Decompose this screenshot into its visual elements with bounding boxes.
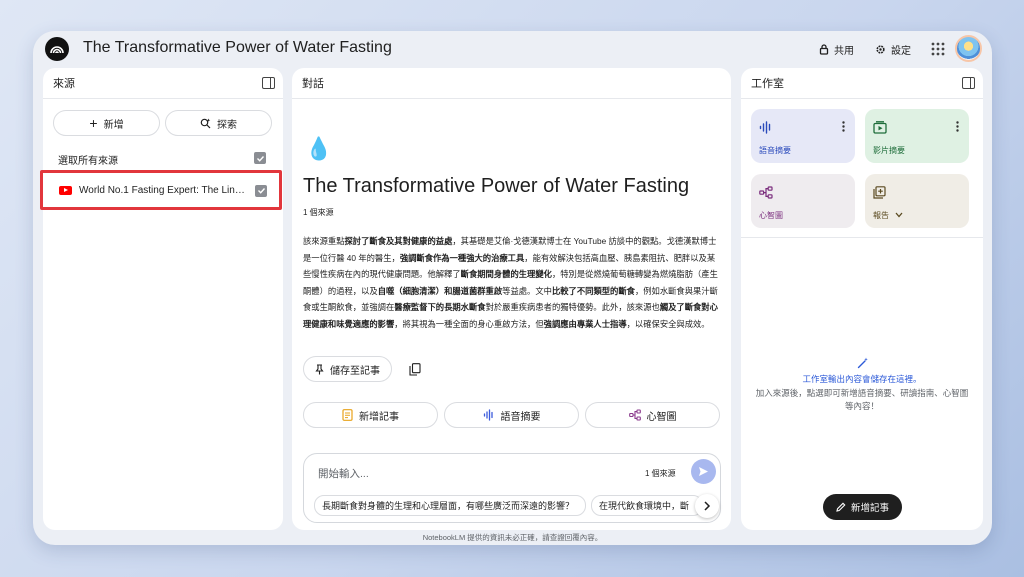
studio-empty-description: 加入來源後，點選即可新增語音摘要、研讀指南、心智圖等內容！ [755,388,969,411]
add-note-label: 新增記事 [850,503,889,514]
notebooklm-logo-icon[interactable] [45,37,69,61]
copy-icon[interactable] [409,363,421,376]
sources-header-label: 來源 [53,78,75,90]
sources-panel: 來源 + 新增 探索 選取所有來源 World No.1 Fasting Exp… [43,68,283,530]
chat-input[interactable]: 開始輸入... [318,466,369,481]
explore-search-icon [200,118,211,128]
add-note-button[interactable]: 新增記事 [823,494,902,520]
next-suggestions-button[interactable] [695,494,719,518]
report-card[interactable]: 報告 [865,174,969,228]
video-icon [873,121,887,134]
top-bar: The Transformative Power of Water Fastin… [33,31,992,67]
more-vert-icon[interactable] [842,121,845,132]
apps-grid-icon[interactable] [929,40,947,58]
studio-header: 工作室 [741,68,983,99]
explore-button[interactable]: 探索 [165,110,272,136]
collapse-panel-icon[interactable] [962,77,975,89]
notebook-title[interactable]: The Transformative Power of Water Fastin… [83,39,392,57]
water-drop-emoji: 💧 [305,136,333,161]
input-source-count: 1 個來源 [645,469,676,478]
more-vert-icon[interactable] [956,121,959,132]
audio-icon [483,409,493,421]
add-note-action-label: 新增記事 [359,411,399,423]
audio-icon [759,121,771,134]
notebook-summary: 該來源重點探討了斷食及其對健康的益處，其基礎是艾倫·戈德漢默博士在 YouTub… [303,236,718,329]
chat-panel: 對話 💧 The Transformative Power of Water F… [292,68,731,530]
collapse-panel-icon[interactable] [262,77,275,89]
add-source-button[interactable]: + 新增 [53,110,160,136]
suggestion-chip[interactable]: 在現代飲食環境中，斷 [591,495,703,516]
chevron-right-icon [704,501,711,511]
audio-overview-label: 語音摘要 [759,146,791,155]
mindmap-action-button[interactable]: 心智圖 [585,402,720,428]
avatar[interactable] [955,35,982,62]
audio-overview-card[interactable]: 語音摘要 [751,109,855,163]
mindmap-icon [759,186,773,199]
audio-overview-action-button[interactable]: 語音摘要 [444,402,579,428]
suggestion-chip[interactable]: 長期斷食對身體的生理和心理層面，有哪些廣泛而深遠的影響？ [314,495,586,516]
divider [741,237,983,238]
mindmap-card[interactable]: 心智圖 [751,174,855,228]
sources-header: 來源 [43,68,283,99]
video-overview-label: 影片摘要 [873,146,905,155]
settings-button[interactable]: 設定 [869,38,917,60]
save-to-note-button[interactable]: 儲存至記事 [303,356,392,382]
send-button[interactable] [691,459,716,484]
chat-header: 對話 [292,68,731,99]
studio-empty-title: 工作室輸出內容會儲存在這裡。 [802,374,922,384]
source-count: 1 個來源 [303,208,334,217]
add-source-label: 新增 [103,119,124,131]
pin-icon [315,363,324,374]
checkmark-icon [256,155,264,162]
report-icon [873,186,886,199]
magic-wand-icon [857,357,868,369]
send-icon [699,467,708,476]
chevron-down-icon[interactable] [895,212,903,218]
settings-label: 設定 [891,45,911,57]
plus-icon: + [89,115,98,131]
add-note-action-button[interactable]: 新增記事 [303,402,438,428]
select-all-checkbox[interactable] [254,152,266,164]
select-all-label: 選取所有來源 [58,156,118,167]
share-button[interactable]: 共用 [813,38,860,60]
mindmap-label: 心智圖 [759,211,783,220]
source-highlight-box [40,170,282,210]
mindmap-action-label: 心智圖 [646,411,677,423]
studio-panel: 工作室 語音摘要 影片摘要 心智圖 報告 工作室輸出內容會儲存在這裡。 加入來源… [741,68,983,530]
mindmap-icon [628,409,641,421]
studio-header-label: 工作室 [751,78,784,90]
gear-icon [876,44,885,54]
chat-input-box[interactable]: 開始輸入... 1 個來源 長期斷食對身體的生理和心理層面，有哪些廣泛而深遠的影… [303,453,721,523]
disclaimer-text: NotebookLM 提供的資訊未必正確，請查證回覆內容。 [422,533,603,542]
chat-notebook-title: The Transformative Power of Water Fastin… [303,175,690,197]
note-icon [342,409,353,421]
save-to-note-label: 儲存至記事 [330,365,380,377]
pencil-icon [836,502,846,512]
share-label: 共用 [834,45,854,57]
chat-header-label: 對話 [302,78,324,90]
audio-overview-action-label: 語音摘要 [500,411,541,423]
lock-icon [819,43,829,55]
report-label: 報告 [873,210,903,221]
app-window: The Transformative Power of Water Fastin… [33,31,992,545]
video-overview-card[interactable]: 影片摘要 [865,109,969,163]
explore-label: 探索 [217,119,237,131]
